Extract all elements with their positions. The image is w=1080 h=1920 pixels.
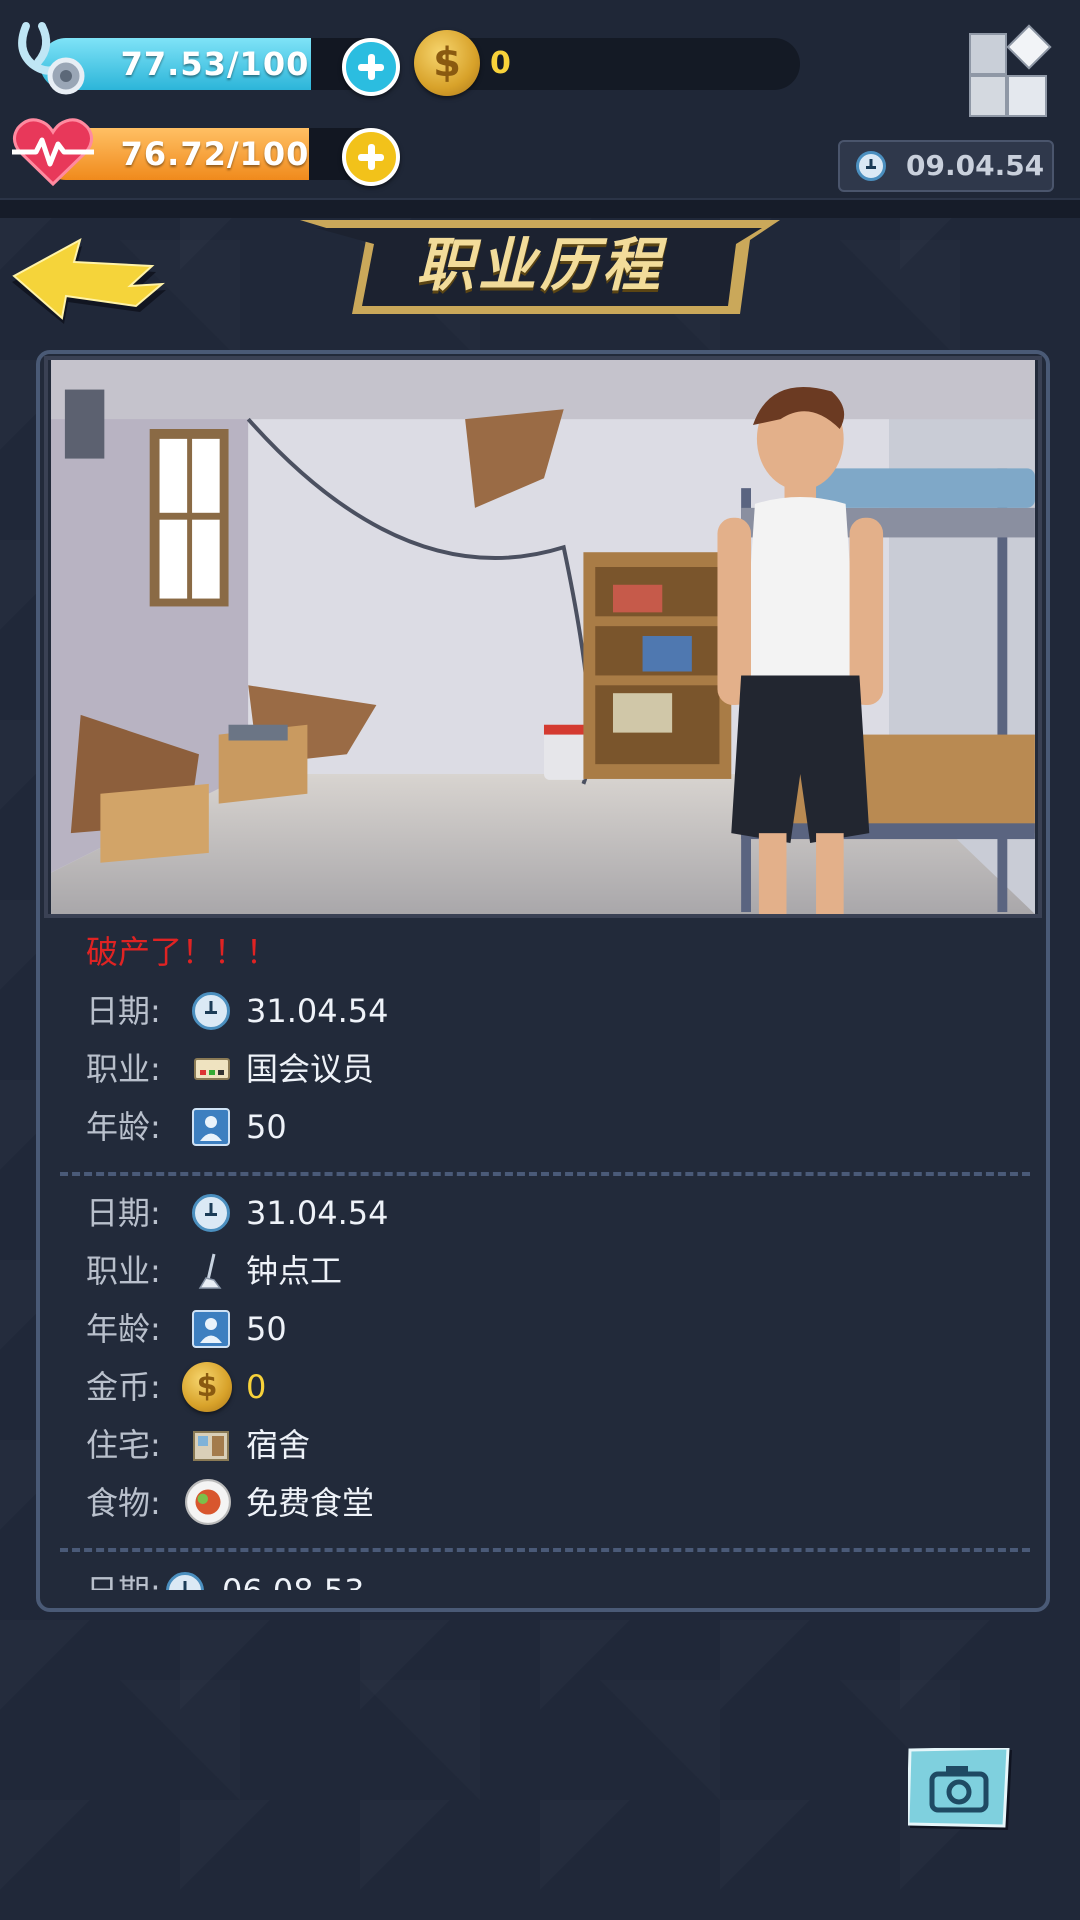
menu-cubes-icon[interactable] <box>966 24 1052 120</box>
health-add-button[interactable] <box>342 38 400 96</box>
entry-age: 50 <box>246 1108 287 1146</box>
stethoscope-icon <box>18 22 85 95</box>
clock-icon <box>166 1572 204 1590</box>
person-icon <box>192 1108 230 1146</box>
coin-value: 0 <box>490 46 511 81</box>
current-date-chip: 09.04.54 <box>838 140 1054 192</box>
date-label: 日期: <box>86 992 161 1030</box>
entry-1-age-row: 年龄: 50 <box>86 1098 986 1156</box>
bedroom-scene-illustration <box>44 356 1042 918</box>
back-arrow-icon[interactable] <box>8 232 168 328</box>
entry-date: 31.04.54 <box>246 1194 389 1232</box>
current-date: 09.04.54 <box>906 149 1045 182</box>
coin-icon: $ <box>182 1362 232 1412</box>
camera-button[interactable] <box>908 1748 1014 1832</box>
entry-2-job-row: 职业: 钟点工 <box>86 1242 986 1300</box>
entry-2-date-row: 日期: 31.04.54 <box>86 1184 986 1242</box>
entry-3-date-row: 日期: 06.08.53 <box>86 1568 986 1590</box>
vote-ticket-icon <box>194 1058 230 1080</box>
entry-3-clip: 日期: 06.08.53 <box>40 1568 1046 1590</box>
entry-food: 免费食堂 <box>246 1484 375 1522</box>
entry-divider <box>60 1548 1030 1552</box>
entry-job: 国会议员 <box>246 1050 375 1088</box>
entry-2-age-row: 年龄: 50 <box>86 1300 986 1358</box>
entry-divider <box>60 1172 1030 1176</box>
entry-age: 50 <box>246 1310 287 1348</box>
person-icon <box>192 1310 230 1348</box>
food-label: 食物: <box>86 1484 161 1522</box>
age-label: 年龄: <box>86 1108 161 1146</box>
clock-icon <box>192 992 230 1030</box>
status-divider <box>0 198 1080 218</box>
energy-add-button[interactable] <box>342 128 400 186</box>
clock-icon <box>856 151 886 181</box>
coin-icon: $ <box>414 30 480 96</box>
coins-label: 金币: <box>86 1368 161 1406</box>
entry-date: 31.04.54 <box>246 992 389 1030</box>
entry-2-food-row: 食物: 免费食堂 <box>86 1474 986 1532</box>
entry-job: 钟点工 <box>246 1252 343 1290</box>
entry-2-coins-row: 金币: $ 0 <box>86 1358 986 1416</box>
job-label: 职业: <box>86 1252 161 1290</box>
bankrupt-notice: 破产了！！！ <box>86 933 279 971</box>
entry-date: 06.08.53 <box>222 1568 365 1590</box>
entry-1-job-row: 职业: 国会议员 <box>86 1040 986 1098</box>
date-label: 日期: <box>86 1194 161 1232</box>
food-bowl-icon <box>185 1479 231 1525</box>
age-label: 年龄: <box>86 1310 161 1348</box>
home-label: 住宅: <box>86 1426 161 1464</box>
mop-icon <box>198 1253 222 1289</box>
clock-icon <box>192 1194 230 1232</box>
heart-icon <box>12 118 94 187</box>
date-label: 日期: <box>86 1568 161 1590</box>
page-title: 职业历程 <box>415 231 664 299</box>
dorm-icon <box>193 1431 229 1461</box>
entry-home: 宿舍 <box>246 1426 311 1464</box>
entry-1-date-row: 日期: 31.04.54 <box>86 982 986 1040</box>
job-label: 职业: <box>86 1050 161 1088</box>
entry-2-home-row: 住宅: 宿舍 <box>86 1416 986 1474</box>
entry-coins: 0 <box>246 1368 267 1406</box>
